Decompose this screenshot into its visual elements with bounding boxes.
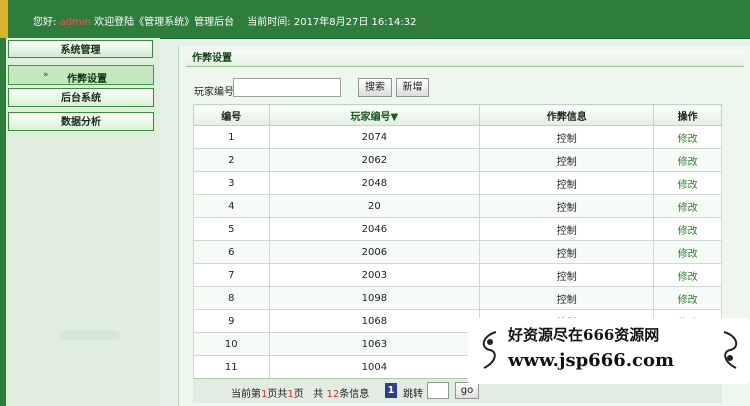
sidebar-subitem-label: 作弊设置 [67,74,107,85]
edit-link[interactable]: 修改 [653,263,722,287]
total-records: 12 [326,389,340,400]
add-button[interactable]: 新增 [396,78,429,97]
cell-number: 9 [193,309,270,333]
cell-player-id: 2046 [268,217,481,241]
watermark-line1: 好资源尽在666资源网 [508,326,660,344]
cell-cheat-info: 控制 [479,125,655,149]
sidebar-accent-strip [0,38,6,406]
pagination-summary: 当前第1页共1页 共 12条信息 [231,385,369,400]
pages-suffix: 页 [293,389,304,400]
sidebar-item-data-label: 数据分析 [61,117,101,128]
table-row[interactable]: 1 2074 控制 修改 [193,125,722,149]
flourish-right-icon [723,331,738,369]
cell-cheat-info: 控制 [479,240,655,264]
page-1-button[interactable]: 1 [385,383,397,398]
blurred-mark [60,330,120,340]
search-button[interactable]: 搜索 [358,78,392,97]
go-button[interactable]: go [455,382,479,399]
cell-player-id: 2062 [268,148,481,172]
edit-link[interactable]: 修改 [653,194,722,218]
header-number[interactable]: 编号 [193,104,270,126]
top-header: 您好: admin 欢迎登陆《管理系统》管理后台 当前时间: 2017年8月27… [0,0,750,39]
table-row[interactable]: 2 2062 控制 修改 [193,148,722,172]
table-row[interactable]: 6 2006 控制 修改 [193,240,722,264]
time-label: 当前时间: [247,17,291,28]
player-id-input[interactable] [233,78,341,97]
arrow-right-icon: » [43,70,49,80]
edit-link[interactable]: 修改 [653,125,722,149]
cell-cheat-info: 控制 [479,286,655,310]
page-of: 页共 [267,389,288,400]
greeting-prefix: 您好: [33,17,57,28]
sidebar-item-data-analysis[interactable]: 数据分析 [8,112,154,131]
header-cheat-info[interactable]: 作弊信息 [479,104,655,126]
cell-number: 10 [193,332,270,356]
sidebar-item-system[interactable]: 系统管理 [8,40,153,58]
panel-title: 作弊设置 [186,50,744,67]
cell-player-id: 2003 [268,263,481,287]
cell-player-id: 20 [268,194,481,218]
table-row[interactable]: 4 20 控制 修改 [193,194,722,218]
edit-link[interactable]: 修改 [653,148,722,172]
time-value: 2017年8月27日 16:14:32 [293,17,417,28]
cell-cheat-info: 控制 [479,148,655,172]
watermark-overlay: 好资源尽在666资源网 www.jsp666.com [468,318,750,384]
edit-link[interactable]: 修改 [653,171,722,195]
cell-player-id: 1004 [268,355,481,379]
table-row[interactable]: 8 1098 控制 修改 [193,286,722,310]
header-greeting: 您好: admin 欢迎登陆《管理系统》管理后台 当前时间: 2017年8月27… [33,13,416,28]
cell-cheat-info: 控制 [479,217,655,241]
sidebar-item-system-label: 系统管理 [60,45,101,56]
page-prefix: 当前第 [231,389,261,400]
jump-label: 跳转 [403,389,423,400]
sidebar-item-backend-label: 后台系统 [61,93,101,104]
cell-cheat-info: 控制 [479,263,655,287]
total-label: 共 [313,389,324,400]
edit-link[interactable]: 修改 [653,286,722,310]
cell-number: 4 [193,194,270,218]
cell-cheat-info: 控制 [479,171,655,195]
cell-number: 6 [193,240,270,264]
cell-player-id: 1063 [268,332,481,356]
header-accent-strip [0,0,8,38]
cell-player-id: 2048 [268,171,481,195]
player-id-label: 玩家编号 [194,87,234,98]
flourish-left-icon [482,331,497,369]
header-action[interactable]: 操作 [653,104,722,126]
watermark-line2: www.jsp666.com [508,350,675,371]
cell-player-id: 2074 [268,125,481,149]
sidebar-subitem-cheat-settings[interactable]: » 作弊设置 [8,65,154,85]
cell-number: 2 [193,148,270,172]
edit-link[interactable]: 修改 [653,240,722,264]
edit-link[interactable]: 修改 [653,217,722,241]
cell-cheat-info: 控制 [479,194,655,218]
table-row[interactable]: 3 2048 控制 修改 [193,171,722,195]
records-suffix: 条信息 [339,389,370,400]
jump-page-input[interactable] [427,382,449,399]
cell-player-id: 1068 [268,309,481,333]
cell-player-id: 2006 [268,240,481,264]
cell-number: 5 [193,217,270,241]
sidebar-item-backend[interactable]: 后台系统 [8,88,154,107]
table-row[interactable]: 7 2003 控制 修改 [193,263,722,287]
username: admin [59,17,91,28]
greeting-suffix: 欢迎登陆《管理系统》管理后台 [94,17,235,28]
cell-number: 8 [193,286,270,310]
cell-player-id: 1098 [268,286,481,310]
cell-number: 11 [193,355,270,379]
table-row[interactable]: 5 2046 控制 修改 [193,217,722,241]
header-player-id[interactable]: 玩家编号▼ [268,104,481,126]
table-header-row: 编号 玩家编号▼ 作弊信息 操作 [193,104,722,126]
cell-number: 7 [193,263,270,287]
cell-number: 3 [193,171,270,195]
cell-number: 1 [193,125,270,149]
